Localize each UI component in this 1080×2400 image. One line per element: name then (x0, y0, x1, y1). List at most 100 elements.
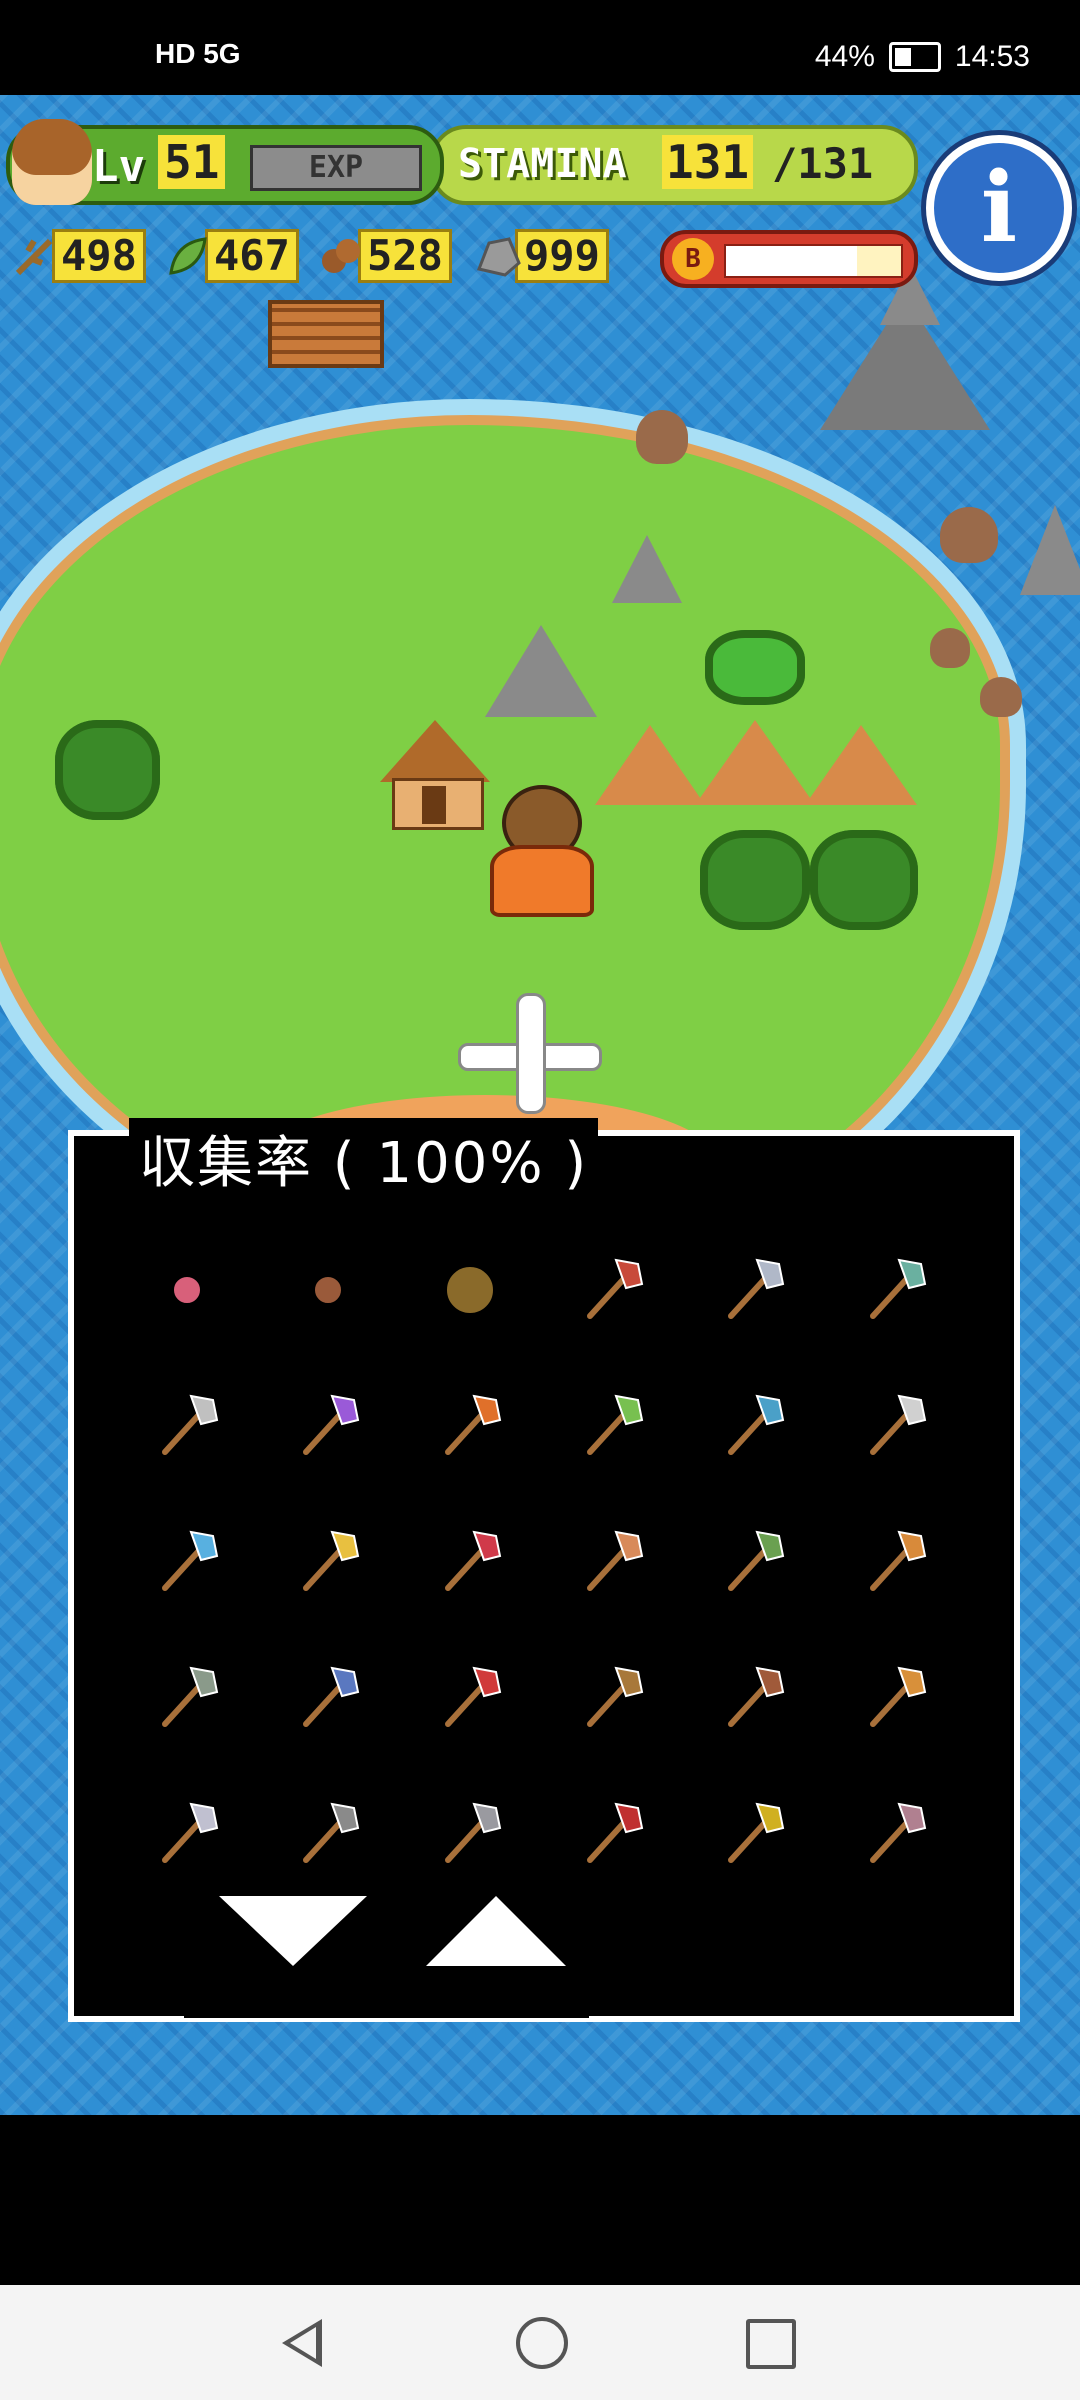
airplane[interactable] (458, 993, 602, 1114)
sea-rock[interactable] (940, 507, 998, 563)
collection-item[interactable] (116, 1649, 258, 1747)
flame-axe-icon (445, 1394, 502, 1455)
collection-item[interactable] (824, 1785, 966, 1883)
back-icon[interactable] (282, 2319, 322, 2367)
nuts-icon (322, 239, 360, 273)
exp-bar: EXP (250, 145, 422, 191)
stone-icon (476, 237, 521, 277)
resource-branch-count: 498 (52, 229, 146, 283)
collection-item[interactable] (541, 1513, 683, 1611)
player-body (490, 845, 594, 917)
sea-rock[interactable] (636, 410, 688, 464)
collection-item[interactable] (258, 1785, 400, 1883)
stamina-max: /131 (772, 139, 874, 188)
resource-stone: 999 (475, 229, 609, 283)
collection-item[interactable] (683, 1649, 825, 1747)
exp-label: EXP (308, 150, 364, 185)
blue-fishing-rod-icon (161, 1530, 218, 1591)
branch-icon (15, 238, 53, 276)
boost-bar[interactable]: B (660, 230, 918, 288)
network-indicator: HD 5G (155, 38, 241, 69)
sea-rock[interactable] (980, 677, 1022, 717)
fern-plant[interactable] (705, 630, 805, 705)
collection-item[interactable] (824, 1513, 966, 1611)
sea-rock[interactable] (930, 628, 970, 668)
collection-item[interactable] (399, 1241, 541, 1339)
airplane-body (516, 993, 546, 1114)
collection-item[interactable] (683, 1377, 825, 1475)
collection-item[interactable] (541, 1377, 683, 1475)
collection-item[interactable] (399, 1513, 541, 1611)
avatar[interactable] (12, 119, 92, 205)
gold-fishing-rod-icon (303, 1530, 360, 1591)
bush[interactable] (700, 830, 810, 930)
bush[interactable] (55, 720, 160, 820)
collection-panel: 収集率 ( 100% ) (68, 1118, 1020, 2022)
collection-item[interactable] (824, 1241, 966, 1339)
stamina-label: STAMINA (458, 141, 627, 187)
collection-item[interactable] (683, 1513, 825, 1611)
boost-gauge (724, 244, 903, 278)
collection-item[interactable] (824, 1377, 966, 1475)
battery-icon (888, 42, 941, 72)
collection-rate-title: 収集率 ( 100% ) (129, 1118, 599, 1199)
hut-door (422, 786, 446, 824)
hut[interactable] (380, 720, 490, 830)
collection-item[interactable] (399, 1377, 541, 1475)
rock-right-edge[interactable] (1020, 505, 1080, 595)
recent-apps-icon[interactable] (746, 2319, 796, 2369)
collection-item[interactable] (116, 1513, 258, 1611)
status-bar: HD 5G 44% 14:53 (0, 0, 1080, 95)
steel-axe-icon (870, 1258, 927, 1319)
collection-item[interactable] (541, 1649, 683, 1747)
bronze-shovel-icon (870, 1530, 927, 1591)
info-button[interactable]: i (926, 135, 1072, 281)
fishing-rod-2-icon (870, 1394, 927, 1455)
hut-roof (380, 720, 490, 782)
stone-axe-icon (586, 1258, 643, 1319)
collection-item[interactable] (258, 1513, 400, 1611)
collection-item[interactable] (399, 1785, 541, 1883)
seeds-icon (313, 1275, 344, 1305)
knife-icon (161, 1802, 218, 1863)
scroll-down-button[interactable] (219, 1896, 367, 1966)
collection-item[interactable] (116, 1241, 258, 1339)
red-fishing-rod-icon (445, 1530, 502, 1591)
resource-leaf: 467 (165, 229, 299, 283)
raft[interactable] (268, 300, 384, 368)
needle-icon (870, 1802, 927, 1863)
collection-item[interactable] (258, 1377, 400, 1475)
leaf-icon (169, 237, 207, 275)
home-icon[interactable] (516, 2317, 568, 2369)
pick-axe-icon (161, 1394, 218, 1455)
resource-stone-count: 999 (515, 229, 609, 283)
green-shovel-icon (728, 1530, 785, 1591)
collection-item[interactable] (683, 1241, 825, 1339)
bush[interactable] (810, 830, 918, 930)
boost-coin-icon: B (672, 238, 714, 280)
collection-item[interactable] (541, 1785, 683, 1883)
collection-item[interactable] (399, 1649, 541, 1747)
collection-item[interactable] (683, 1785, 825, 1883)
gray-shovel-icon (161, 1666, 218, 1727)
gold-cleaver-icon (728, 1802, 785, 1863)
collection-item[interactable] (541, 1241, 683, 1339)
status-right: 44% 14:53 (815, 40, 1030, 74)
collection-item[interactable] (116, 1377, 258, 1475)
collection-item[interactable] (116, 1785, 258, 1883)
item-grid (116, 1241, 966, 1883)
game-map[interactable]: STAMINA 131 /131 Lv 51 EXP i 498 467 528… (0, 95, 1080, 2115)
panel-bottom-gap (184, 1998, 589, 2018)
boost-gauge-fill (726, 246, 858, 276)
hammer-icon (728, 1666, 785, 1727)
collection-item[interactable] (824, 1649, 966, 1747)
scroll-up-button[interactable] (426, 1896, 566, 1966)
resource-nuts: 528 (318, 229, 452, 283)
level-value: 51 (158, 135, 226, 189)
coconut-icon (445, 1265, 496, 1315)
mortar-icon (870, 1666, 927, 1727)
cleaver-icon (303, 1802, 360, 1863)
collection-item[interactable] (258, 1649, 400, 1747)
collection-item[interactable] (258, 1241, 400, 1339)
battery-percent: 44% (814, 40, 875, 73)
